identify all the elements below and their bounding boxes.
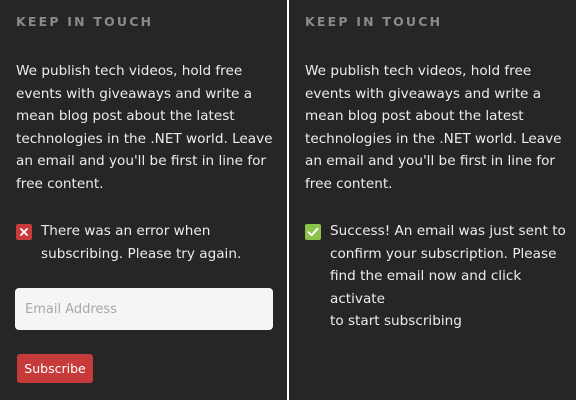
screenshot-frame: KEEP IN TOUCH We publish tech videos, ho… [0, 0, 576, 400]
success-message: Success! An email was just sent to confi… [305, 220, 567, 333]
error-text: There was an error when subscribing. Ple… [41, 220, 241, 265]
section-heading: KEEP IN TOUCH [16, 14, 154, 29]
intro-text: We publish tech videos, hold free events… [305, 60, 567, 195]
newsletter-panel-success: KEEP IN TOUCH We publish tech videos, ho… [289, 0, 576, 400]
intro-line: We publish tech videos, hold free [16, 63, 243, 79]
intro-line: mean blog post about the latest [16, 108, 235, 124]
intro-line: events with giveaways and write a [16, 85, 253, 102]
success-line: Success! An email was just sent to [330, 223, 566, 239]
success-text: Success! An email was just sent to confi… [330, 220, 567, 333]
intro-line: mean blog post about the latest [305, 108, 524, 124]
close-icon [16, 224, 32, 240]
error-message: There was an error when subscribing. Ple… [16, 220, 278, 265]
intro-line: an email and you'll be first in line for [305, 153, 556, 169]
email-address-input[interactable] [15, 288, 273, 330]
intro-line: free content. [305, 175, 393, 192]
subscribe-button[interactable]: Subscribe [17, 354, 93, 383]
intro-line: technologies in the .NET world. Leave [305, 130, 562, 147]
checkmark-icon [305, 224, 321, 240]
intro-line: We publish tech videos, hold free [305, 63, 532, 79]
intro-line: free content. [16, 175, 104, 192]
intro-text: We publish tech videos, hold free events… [16, 60, 278, 195]
success-line: to start subscribing [330, 313, 462, 329]
newsletter-panel-error: KEEP IN TOUCH We publish tech videos, ho… [0, 0, 287, 400]
intro-line: technologies in the .NET world. Leave [16, 130, 273, 147]
intro-line: an email and you'll be first in line for [16, 153, 267, 169]
error-line: subscribing. Please try again. [41, 245, 242, 262]
error-line: There was an error when [41, 223, 211, 239]
intro-line: events with giveaways and write a [305, 85, 542, 102]
section-heading: KEEP IN TOUCH [305, 14, 443, 29]
success-line: find the email now and click activate [330, 268, 522, 307]
success-line: confirm your subscription. Please [330, 245, 557, 262]
